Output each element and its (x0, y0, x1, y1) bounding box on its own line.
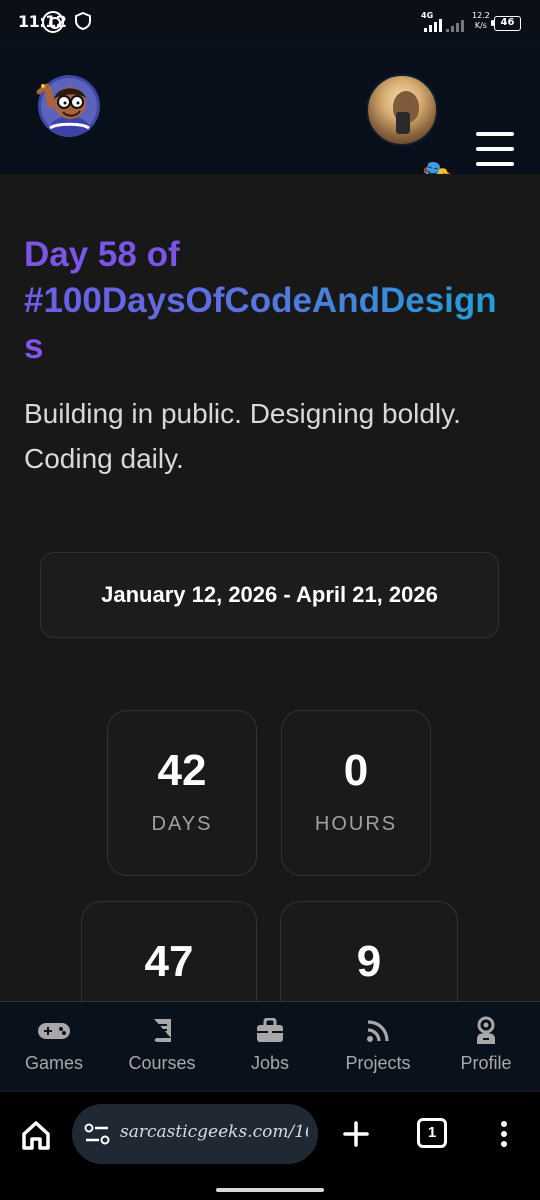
page-title: Day 58 of #100DaysOfCodeAndDesign s (24, 232, 514, 370)
page-title-line-3: s (24, 327, 44, 366)
profile-icon (432, 1016, 540, 1046)
new-tab-icon[interactable] (342, 1120, 370, 1148)
nav-jobs-label: Jobs (250, 1053, 290, 1073)
site-header: 🎭 (0, 46, 540, 186)
signal-strength-icon (424, 18, 442, 32)
countdown-hours-value: 0 (343, 746, 369, 795)
url-text: sarcasticgeeks.com/100 (120, 1122, 308, 1142)
more-options-icon[interactable] (493, 1119, 515, 1149)
bottom-navigation: Games Courses Jobs Projects Profile (0, 1001, 540, 1091)
nav-item-courses[interactable]: Courses (108, 1002, 216, 1092)
nav-games-label: Games (24, 1053, 84, 1073)
page-title-line-2: #100DaysOfCodeAndDesign (24, 278, 514, 324)
network-speed: 12.2 K/s (472, 11, 490, 31)
speed-unit: K/s (474, 21, 487, 30)
nav-item-projects[interactable]: Projects (324, 1002, 432, 1092)
countdown-hours-label: HOURS (314, 813, 398, 835)
nav-profile-label: Profile (460, 1053, 512, 1073)
status-bar: 11:12 4G 12.2 K/s 46 (0, 0, 540, 46)
avatar-phone (396, 112, 410, 134)
rss-icon (324, 1016, 432, 1046)
shield-icon (75, 12, 91, 30)
home-icon[interactable] (20, 1119, 52, 1151)
gesture-home-indicator[interactable] (216, 1188, 324, 1192)
secondary-signal-icon (446, 18, 464, 32)
character-logo-icon[interactable] (32, 72, 104, 144)
site-settings-icon[interactable] (84, 1122, 110, 1146)
url-address-bar[interactable]: sarcasticgeeks.com/100 (72, 1104, 318, 1164)
nav-item-jobs[interactable]: Jobs (216, 1002, 324, 1092)
nav-item-profile[interactable]: Profile (432, 1002, 540, 1092)
countdown-days-card: 42 DAYS (107, 710, 257, 876)
battery-icon: 46 (491, 16, 521, 31)
tab-switcher-button[interactable]: 1 (417, 1118, 447, 1148)
nav-item-games[interactable]: Games (0, 1002, 108, 1092)
countdown-days-label: DAYS (151, 813, 213, 835)
main-content: Day 58 of #100DaysOfCodeAndDesign s Buil… (0, 174, 540, 1067)
gamepad-icon (0, 1016, 108, 1046)
speed-value: 12.2 (472, 11, 490, 20)
tab-count: 1 (427, 1124, 437, 1141)
nav-courses-label: Courses (128, 1053, 196, 1073)
date-range-text: January 12, 2026 - April 21, 2026 (101, 582, 438, 607)
page-subtitle: Building in public. Designing boldly. Co… (24, 398, 461, 474)
book-icon (108, 1016, 216, 1046)
hamburger-menu-icon[interactable] (476, 132, 514, 166)
page-title-line-1: Day 58 of (24, 235, 180, 274)
browser-toolbar: sarcasticgeeks.com/100 1 (0, 1092, 540, 1200)
nav-projects-label: Projects (345, 1053, 411, 1073)
countdown-hours-card: 0 HOURS (281, 710, 431, 876)
countdown-seconds-value: 9 (356, 937, 382, 986)
briefcase-icon (216, 1016, 324, 1046)
user-avatar[interactable] (366, 74, 438, 146)
countdown-minutes-value: 47 (144, 937, 194, 986)
countdown-days-value: 42 (157, 746, 207, 795)
whatsapp-icon (42, 11, 64, 33)
challenge-date-range: January 12, 2026 - April 21, 2026 (40, 552, 499, 638)
